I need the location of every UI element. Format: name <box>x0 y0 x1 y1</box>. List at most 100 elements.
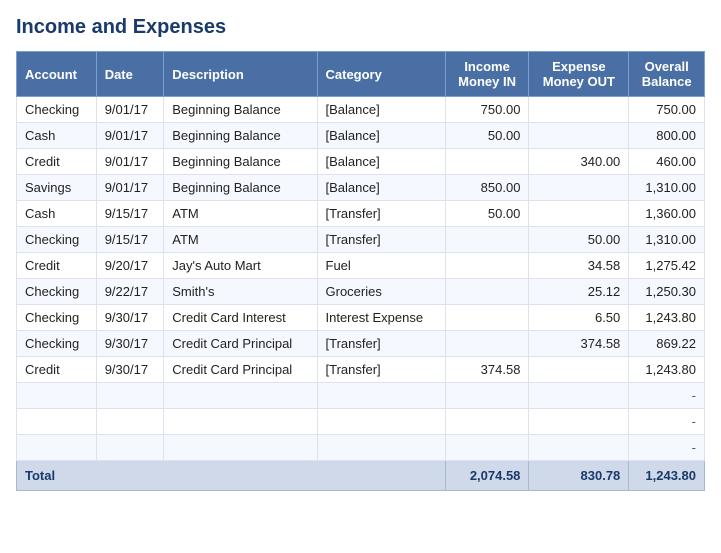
cell-balance: - <box>629 383 705 409</box>
cell-date: 9/01/17 <box>96 97 164 123</box>
table-row: - <box>17 435 705 461</box>
cell-expense: 340.00 <box>529 149 629 175</box>
cell-description: ATM <box>164 227 317 253</box>
table-row: Checking 9/01/17 Beginning Balance [Bala… <box>17 97 705 123</box>
cell-income: 850.00 <box>445 175 529 201</box>
cell-balance: 1,310.00 <box>629 175 705 201</box>
cell-description: Beginning Balance <box>164 123 317 149</box>
cell-expense <box>529 97 629 123</box>
cell-date: 9/01/17 <box>96 175 164 201</box>
cell-date: 9/20/17 <box>96 253 164 279</box>
cell-balance: 800.00 <box>629 123 705 149</box>
cell-category: [Transfer] <box>317 201 445 227</box>
cell-description <box>164 409 317 435</box>
cell-account: Checking <box>17 331 97 357</box>
footer-income: 2,074.58 <box>445 461 529 491</box>
cell-description: Beginning Balance <box>164 175 317 201</box>
table-row: Cash 9/01/17 Beginning Balance [Balance]… <box>17 123 705 149</box>
cell-category <box>317 409 445 435</box>
col-header-date: Date <box>96 52 164 97</box>
table-row: Credit 9/20/17 Jay's Auto Mart Fuel 34.5… <box>17 253 705 279</box>
cell-balance: 750.00 <box>629 97 705 123</box>
col-header-income: IncomeMoney IN <box>445 52 529 97</box>
page-title: Income and Expenses <box>16 16 705 39</box>
cell-date: 9/15/17 <box>96 227 164 253</box>
cell-income <box>445 305 529 331</box>
table-row: Checking 9/30/17 Credit Card Interest In… <box>17 305 705 331</box>
cell-category <box>317 435 445 461</box>
cell-account: Cash <box>17 123 97 149</box>
cell-account: Credit <box>17 149 97 175</box>
col-header-account: Account <box>17 52 97 97</box>
cell-expense <box>529 383 629 409</box>
cell-category: [Transfer] <box>317 357 445 383</box>
col-header-balance: OverallBalance <box>629 52 705 97</box>
cell-date <box>96 383 164 409</box>
cell-account: Checking <box>17 279 97 305</box>
col-header-expense: ExpenseMoney OUT <box>529 52 629 97</box>
cell-date: 9/01/17 <box>96 149 164 175</box>
table-row: Checking 9/15/17 ATM [Transfer] 50.00 1,… <box>17 227 705 253</box>
cell-description: ATM <box>164 201 317 227</box>
table-row: Cash 9/15/17 ATM [Transfer] 50.00 1,360.… <box>17 201 705 227</box>
cell-income <box>445 149 529 175</box>
cell-expense: 34.58 <box>529 253 629 279</box>
cell-description: Smith's <box>164 279 317 305</box>
cell-category: [Balance] <box>317 123 445 149</box>
footer-expense: 830.78 <box>529 461 629 491</box>
cell-income <box>445 409 529 435</box>
col-header-category: Category <box>317 52 445 97</box>
cell-account: Checking <box>17 227 97 253</box>
table-row: Checking 9/30/17 Credit Card Principal [… <box>17 331 705 357</box>
cell-date: 9/22/17 <box>96 279 164 305</box>
cell-income <box>445 331 529 357</box>
cell-expense <box>529 123 629 149</box>
cell-date: 9/30/17 <box>96 305 164 331</box>
cell-expense: 374.58 <box>529 331 629 357</box>
table-footer-row: Total 2,074.58 830.78 1,243.80 <box>17 461 705 491</box>
cell-expense <box>529 435 629 461</box>
cell-balance: - <box>629 435 705 461</box>
table-row: Credit 9/30/17 Credit Card Principal [Tr… <box>17 357 705 383</box>
cell-account: Checking <box>17 97 97 123</box>
cell-description: Beginning Balance <box>164 149 317 175</box>
cell-date: 9/30/17 <box>96 331 164 357</box>
cell-income: 750.00 <box>445 97 529 123</box>
cell-expense <box>529 357 629 383</box>
cell-category: [Transfer] <box>317 227 445 253</box>
cell-category: Fuel <box>317 253 445 279</box>
cell-date: 9/15/17 <box>96 201 164 227</box>
table-row: Savings 9/01/17 Beginning Balance [Balan… <box>17 175 705 201</box>
footer-balance: 1,243.80 <box>629 461 705 491</box>
cell-balance: 1,360.00 <box>629 201 705 227</box>
cell-income: 374.58 <box>445 357 529 383</box>
cell-income <box>445 253 529 279</box>
cell-description: Credit Card Principal <box>164 331 317 357</box>
cell-account: Credit <box>17 357 97 383</box>
table-row: Credit 9/01/17 Beginning Balance [Balanc… <box>17 149 705 175</box>
cell-account: Credit <box>17 253 97 279</box>
cell-income <box>445 383 529 409</box>
cell-balance: 1,250.30 <box>629 279 705 305</box>
cell-account <box>17 383 97 409</box>
cell-income <box>445 279 529 305</box>
cell-balance: 869.22 <box>629 331 705 357</box>
col-header-description: Description <box>164 52 317 97</box>
cell-income <box>445 435 529 461</box>
cell-category: [Balance] <box>317 149 445 175</box>
table-row: - <box>17 383 705 409</box>
cell-income: 50.00 <box>445 201 529 227</box>
cell-category: [Transfer] <box>317 331 445 357</box>
cell-expense: 25.12 <box>529 279 629 305</box>
cell-balance: 1,310.00 <box>629 227 705 253</box>
cell-category <box>317 383 445 409</box>
cell-balance: 1,243.80 <box>629 305 705 331</box>
cell-account <box>17 409 97 435</box>
cell-category: Groceries <box>317 279 445 305</box>
table-row: - <box>17 409 705 435</box>
cell-expense <box>529 201 629 227</box>
cell-date: 9/30/17 <box>96 357 164 383</box>
cell-date: 9/01/17 <box>96 123 164 149</box>
income-expenses-table: Account Date Description Category Income… <box>16 51 705 491</box>
cell-description: Credit Card Principal <box>164 357 317 383</box>
